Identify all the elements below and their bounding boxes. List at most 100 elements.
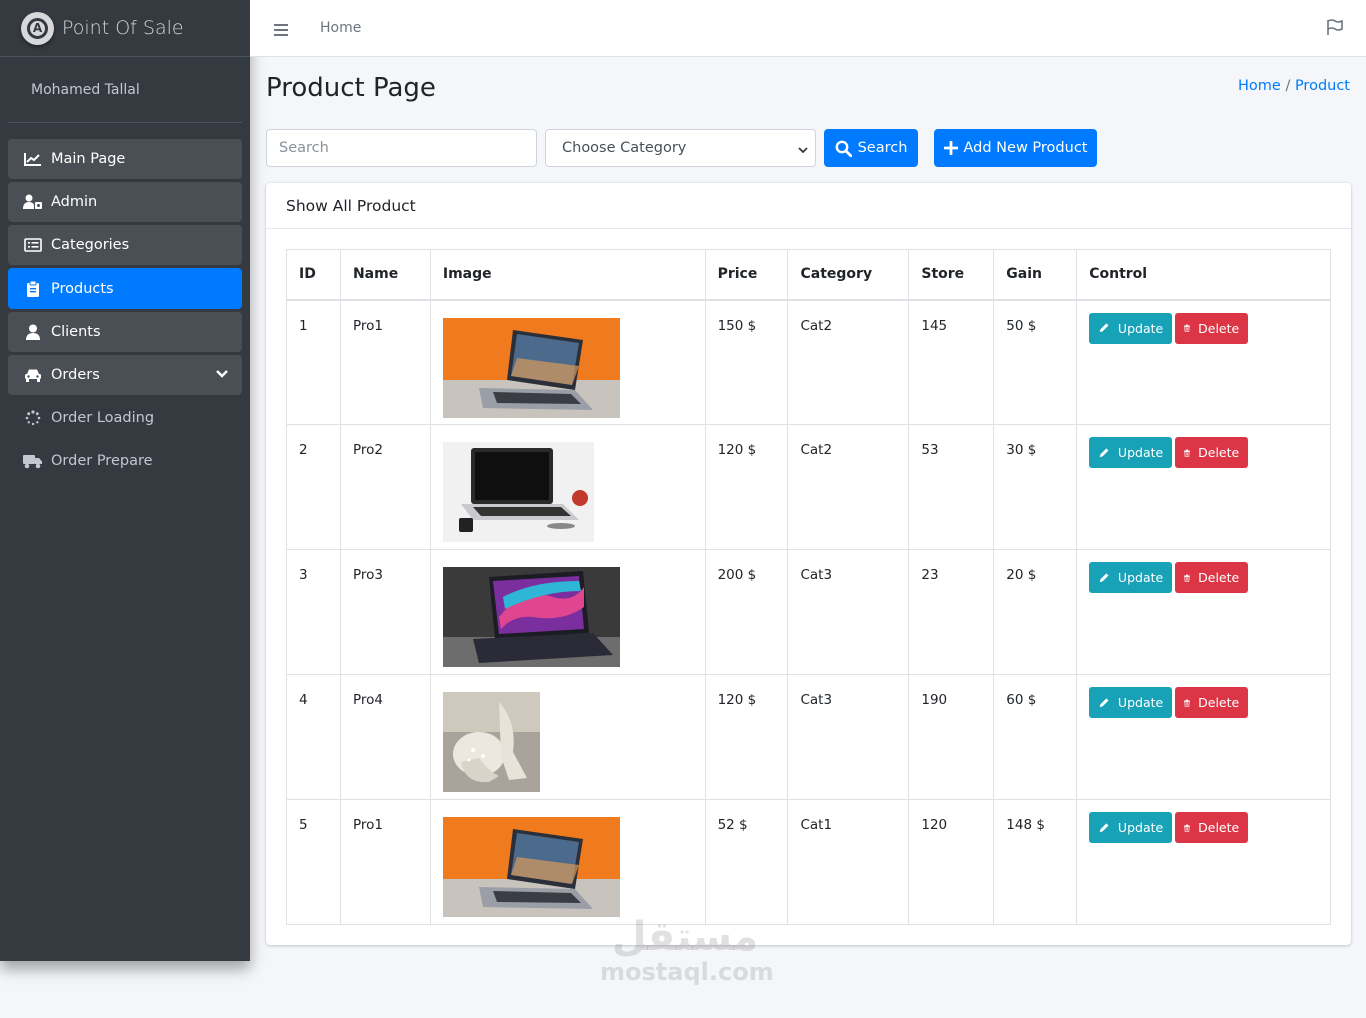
cell-price: 200 $: [704, 549, 789, 675]
search-icon: [835, 140, 852, 157]
cell-id: 3: [286, 549, 341, 675]
sidebar-item-products[interactable]: Products: [8, 268, 242, 309]
brand-link[interactable]: A Point Of Sale: [0, 0, 250, 57]
column-header-price[interactable]: Price: [704, 249, 789, 301]
trash-icon: [1184, 324, 1191, 332]
sidebar-item-label: Order Loading: [51, 410, 155, 426]
breadcrumb: Home / Product: [1238, 78, 1350, 94]
pencil-icon: [1099, 323, 1109, 333]
table-row: 4 Pro4 120 $ Cat3 190 60 $ Update Delete: [286, 674, 1331, 800]
sidebar-item-order-loading[interactable]: Order Loading: [8, 398, 242, 438]
cell-name: Pro4: [339, 674, 431, 800]
update-button[interactable]: Update: [1089, 312, 1173, 344]
update-button[interactable]: Update: [1089, 687, 1173, 718]
cell-id: 2: [286, 424, 341, 550]
users-cog-icon: [23, 194, 43, 210]
list-alt-icon: [23, 237, 43, 253]
update-button[interactable]: Update: [1089, 812, 1173, 843]
delete-button[interactable]: Delete: [1175, 312, 1249, 344]
chevron-down-icon[interactable]: [216, 367, 228, 383]
sidebar-item-label: Order Prepare: [51, 453, 153, 469]
sidebar-nav: Main Page Admin Categories Products Clie…: [0, 123, 250, 481]
sidebar-item-admin[interactable]: Admin: [8, 182, 242, 222]
cell-name: Pro2: [339, 424, 431, 550]
search-button-label: Search: [857, 140, 908, 156]
cell-gain: 60 $: [993, 674, 1078, 800]
sidebar-item-label: Products: [51, 280, 114, 297]
column-header-id[interactable]: ID: [286, 249, 341, 301]
sidebar: A Point Of Sale Mohamed Tallal Main Page…: [0, 0, 250, 961]
cell-category: Cat2: [787, 424, 910, 550]
car-icon: [23, 367, 43, 383]
pencil-icon: [1099, 572, 1109, 582]
cell-price: 120 $: [704, 674, 789, 800]
plus-icon: [943, 141, 958, 155]
trash-icon: [1184, 449, 1191, 457]
pencil-icon: [1099, 697, 1109, 707]
cell-name: Pro3: [339, 549, 431, 675]
sidebar-item-main-page[interactable]: Main Page: [8, 139, 242, 179]
update-button[interactable]: Update: [1089, 562, 1173, 593]
cell-gain: 20 $: [993, 549, 1078, 675]
cell-category: Cat3: [787, 549, 910, 675]
watermark-arabic: مستقل: [611, 914, 759, 960]
user-panel[interactable]: Mohamed Tallal: [8, 57, 242, 123]
column-header-gain[interactable]: Gain: [993, 249, 1078, 301]
product-image: [442, 567, 620, 667]
search-button[interactable]: Search: [824, 129, 918, 167]
column-header-control[interactable]: Control: [1076, 249, 1331, 301]
brand-logo: A: [21, 11, 54, 45]
search-input[interactable]: [266, 129, 537, 167]
delete-button[interactable]: Delete: [1175, 687, 1249, 718]
delete-button[interactable]: Delete: [1175, 437, 1249, 468]
spinner-icon: [23, 410, 43, 426]
product-image: [442, 817, 620, 917]
cell-gain: 148 $: [993, 799, 1078, 925]
truck-icon: [23, 453, 43, 469]
cell-price: 52 $: [704, 799, 789, 925]
breadcrumb-separator: /: [1285, 78, 1291, 94]
column-header-category[interactable]: Category: [787, 249, 910, 301]
table-row: 2 Pro2 120 $ Cat2 53 30 $ Update Delete: [286, 424, 1331, 550]
delete-button[interactable]: Delete: [1175, 562, 1249, 593]
column-header-store[interactable]: Store: [908, 249, 995, 301]
chart-line-icon: [23, 151, 43, 167]
page-title: Product Page: [266, 73, 436, 103]
cell-category: Cat3: [787, 674, 910, 800]
cell-store: 190: [908, 674, 995, 800]
breadcrumb-home-link[interactable]: Home: [1238, 78, 1281, 94]
sidebar-item-orders[interactable]: Orders: [8, 355, 242, 395]
column-header-name[interactable]: Name: [339, 249, 431, 301]
hamburger-menu-icon[interactable]: [274, 21, 288, 40]
add-product-button[interactable]: Add New Product: [934, 129, 1097, 167]
update-button[interactable]: Update: [1089, 437, 1173, 468]
cell-category: Cat1: [787, 799, 910, 925]
cell-id: 1: [286, 299, 341, 425]
card-title: Show All Product: [266, 183, 1351, 229]
cell-price: 120 $: [704, 424, 789, 550]
flag-icon[interactable]: [1326, 19, 1344, 40]
table-row: 5 Pro1 52 $ Cat1 120 148 $ Update Delete: [286, 799, 1331, 925]
sidebar-item-clients[interactable]: Clients: [8, 312, 242, 352]
trash-icon: [1184, 824, 1191, 832]
user-icon: [23, 324, 43, 340]
cell-name: Pro1: [339, 799, 431, 925]
cell-id: 5: [286, 799, 341, 925]
top-home-link[interactable]: Home: [320, 20, 361, 36]
category-select[interactable]: Choose Category: [545, 129, 816, 167]
trash-icon: [1184, 699, 1191, 707]
delete-button[interactable]: Delete: [1175, 812, 1249, 843]
cell-price: 150 $: [704, 299, 789, 425]
cell-store: 23: [908, 549, 995, 675]
top-navbar: Home: [250, 0, 1366, 57]
sidebar-item-order-prepare[interactable]: Order Prepare: [8, 441, 242, 481]
sidebar-item-categories[interactable]: Categories: [8, 225, 242, 265]
breadcrumb-current: Product: [1294, 78, 1350, 94]
column-header-image[interactable]: Image: [429, 249, 706, 301]
sidebar-item-label: Admin: [51, 194, 98, 210]
products-card: Show All Product ID Name Image Price Cat…: [266, 183, 1351, 945]
table-row: 3 Pro3 200 $ Cat3 23 20 $ Update Delete: [286, 549, 1331, 675]
user-name: Mohamed Tallal: [31, 81, 140, 98]
cell-name: Pro1: [339, 299, 431, 425]
watermark: مستقل mostaql.com: [600, 914, 774, 985]
